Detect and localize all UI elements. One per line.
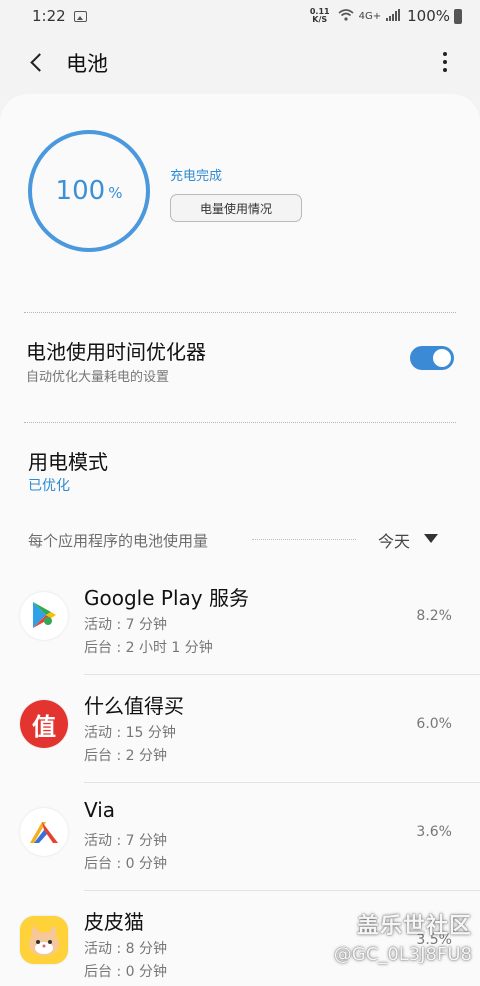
app-usage-row[interactable]: 值 什么值得买 活动 : 15 分钟 后台 : 2 分钟 6.0% <box>0 676 480 784</box>
optimizer-title: 电池使用时间优化器 <box>26 340 206 364</box>
status-time: 1:22 <box>32 7 66 25</box>
app-background-time: 后台 : 2 小时 1 分钟 <box>84 640 213 656</box>
community-watermark: 盖乐世社区 @GC_0L3J8FU8 <box>334 908 472 965</box>
battery-usage-button[interactable]: 电量使用情况 <box>170 194 302 222</box>
period-selector[interactable]: 今天 <box>378 528 410 552</box>
power-mode-value: 已优化 <box>28 478 70 494</box>
status-battery-percent: 100% <box>407 7 450 25</box>
page-title: 电池 <box>66 52 108 76</box>
battery-card: 100 % 充电完成 电量使用情况 电池使用时间优化器 自动优化大量耗电的设置 … <box>0 94 480 986</box>
dropdown-triangle-icon[interactable] <box>424 534 438 543</box>
row-separator <box>84 890 480 891</box>
charge-status: 充电完成 <box>170 169 223 184</box>
app-name: 皮皮猫 <box>84 910 144 934</box>
battery-level-ring: 100 % <box>26 128 152 254</box>
app-name: Google Play 服务 <box>84 586 249 610</box>
gallery-notification-icon <box>73 10 87 22</box>
signal-icon <box>386 8 401 24</box>
row-separator <box>84 782 480 783</box>
app-active-time: 活动 : 7 分钟 <box>84 617 167 633</box>
app-active-time: 活动 : 8 分钟 <box>84 941 167 957</box>
battery-percent-value: 100 <box>55 176 106 206</box>
network-type: 4G+ <box>358 10 382 22</box>
google-play-services-icon <box>20 592 68 640</box>
app-usage-percent: 8.2% <box>416 608 452 624</box>
app-background-time: 后台 : 0 分钟 <box>84 964 167 980</box>
app-name: 什么值得买 <box>84 694 184 718</box>
smzdm-icon-glyph: 值 <box>32 712 56 741</box>
app-usage-row[interactable]: Via 活动 : 7 分钟 后台 : 0 分钟 3.6% <box>0 784 480 892</box>
smzdm-icon: 值 <box>20 700 68 748</box>
row-separator <box>84 674 480 675</box>
wifi-icon <box>338 8 354 24</box>
divider <box>24 312 456 313</box>
section-dotted-line <box>252 539 356 540</box>
toggle-knob <box>431 347 453 369</box>
app-name: Via <box>84 798 116 822</box>
app-usage-percent: 6.0% <box>416 716 452 732</box>
via-browser-icon <box>20 808 68 856</box>
app-active-time: 活动 : 15 分钟 <box>84 725 176 741</box>
power-mode-title: 用电模式 <box>28 450 108 474</box>
optimizer-subtitle: 自动优化大量耗电的设置 <box>26 370 170 385</box>
watermark-user: @GC_0L3J8FU8 <box>333 944 472 965</box>
app-usage-percent: 3.6% <box>416 824 452 840</box>
divider <box>24 422 456 423</box>
battery-percent-unit: % <box>108 184 123 202</box>
back-arrow-icon[interactable] <box>28 51 46 73</box>
more-options-icon[interactable] <box>440 50 450 74</box>
app-background-time: 后台 : 0 分钟 <box>84 856 167 872</box>
app-usage-section-label: 每个应用程序的电池使用量 <box>28 532 209 550</box>
app-usage-row[interactable]: Google Play 服务 活动 : 7 分钟 后台 : 2 小时 1 分钟 … <box>0 568 480 676</box>
optimizer-toggle[interactable] <box>410 346 454 370</box>
battery-icon <box>454 8 462 24</box>
watermark-name: 盖乐世社区 <box>356 914 472 939</box>
app-background-time: 后台 : 2 分钟 <box>84 748 167 764</box>
network-speed-unit: K/S <box>312 15 328 24</box>
app-header: 电池 <box>0 36 480 88</box>
pipimao-cat-icon <box>20 916 68 964</box>
network-speed: 0.11 K/S <box>310 8 330 24</box>
status-bar: 1:22 0.11 K/S 4G+ 100% <box>0 0 480 32</box>
app-active-time: 活动 : 7 分钟 <box>84 833 167 849</box>
